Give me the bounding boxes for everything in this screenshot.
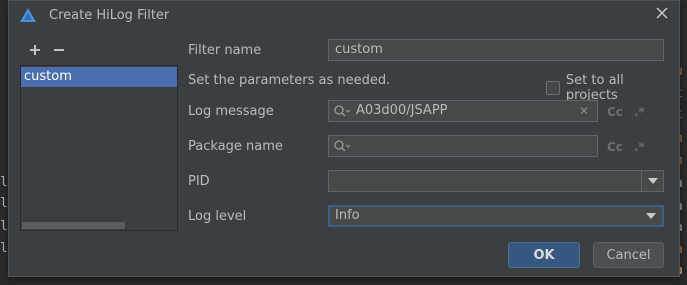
dialog-title: Create HiLog Filter [49,7,170,23]
filter-name-label: Filter name [188,43,262,58]
log-message-value: A03d00/JSAPP [356,103,448,118]
filter-list-item-label: custom [24,69,72,84]
set-to-all-projects-label: Set to all projects [565,73,624,103]
log-message-label: Log message [188,104,274,119]
filter-list-panel: custom [20,37,178,231]
match-case-toggle[interactable]: Cc [607,105,623,119]
filter-name-input[interactable]: custom [328,39,664,61]
harmony-logo-icon [20,8,36,22]
set-to-all-projects-checkbox[interactable]: Set to all projects [546,73,679,103]
search-icon[interactable] [333,139,351,153]
package-name-input[interactable] [328,135,598,157]
horizontal-scrollbar[interactable] [22,222,125,229]
filter-list-item-custom[interactable]: custom [21,67,177,87]
editor-gutter-glyph: l [0,196,8,211]
editor-gutter-glyph: l [0,241,8,256]
plus-icon[interactable] [28,43,42,57]
chevron-down-icon[interactable] [640,207,662,225]
checkbox-box[interactable] [546,81,560,95]
filter-name-value: custom [335,42,383,57]
search-icon[interactable] [333,104,351,118]
match-case-toggle[interactable]: Cc [607,140,623,154]
editor-gutter-glyph: l [0,219,8,234]
log-message-input[interactable]: A03d00/JSAPP ✕ [328,100,598,122]
log-level-label: Log level [188,209,247,224]
ok-button[interactable]: OK [508,242,580,268]
editor-gutter-glyph: l [0,175,8,190]
pid-combobox[interactable] [328,170,664,192]
dialog-titlebar: Create HiLog Filter [9,1,679,29]
close-icon[interactable] [655,6,669,20]
minus-icon[interactable] [52,43,66,57]
package-name-label: Package name [188,139,283,154]
filter-list: custom [20,65,178,231]
filter-list-toolbar [20,37,178,63]
pid-label: PID [188,174,210,189]
clear-icon[interactable]: ✕ [579,101,589,121]
create-hilog-filter-dialog: Create HiLog Filter custom Filter name c… [8,0,680,277]
chevron-down-icon[interactable] [641,171,663,191]
log-level-value: Info [335,208,360,223]
parameters-hint: Set the parameters as needed. [188,73,391,88]
regex-toggle[interactable]: .* [634,105,645,119]
log-level-select[interactable]: Info [328,205,664,227]
cancel-button[interactable]: Cancel [593,242,664,268]
regex-toggle[interactable]: .* [634,140,645,154]
